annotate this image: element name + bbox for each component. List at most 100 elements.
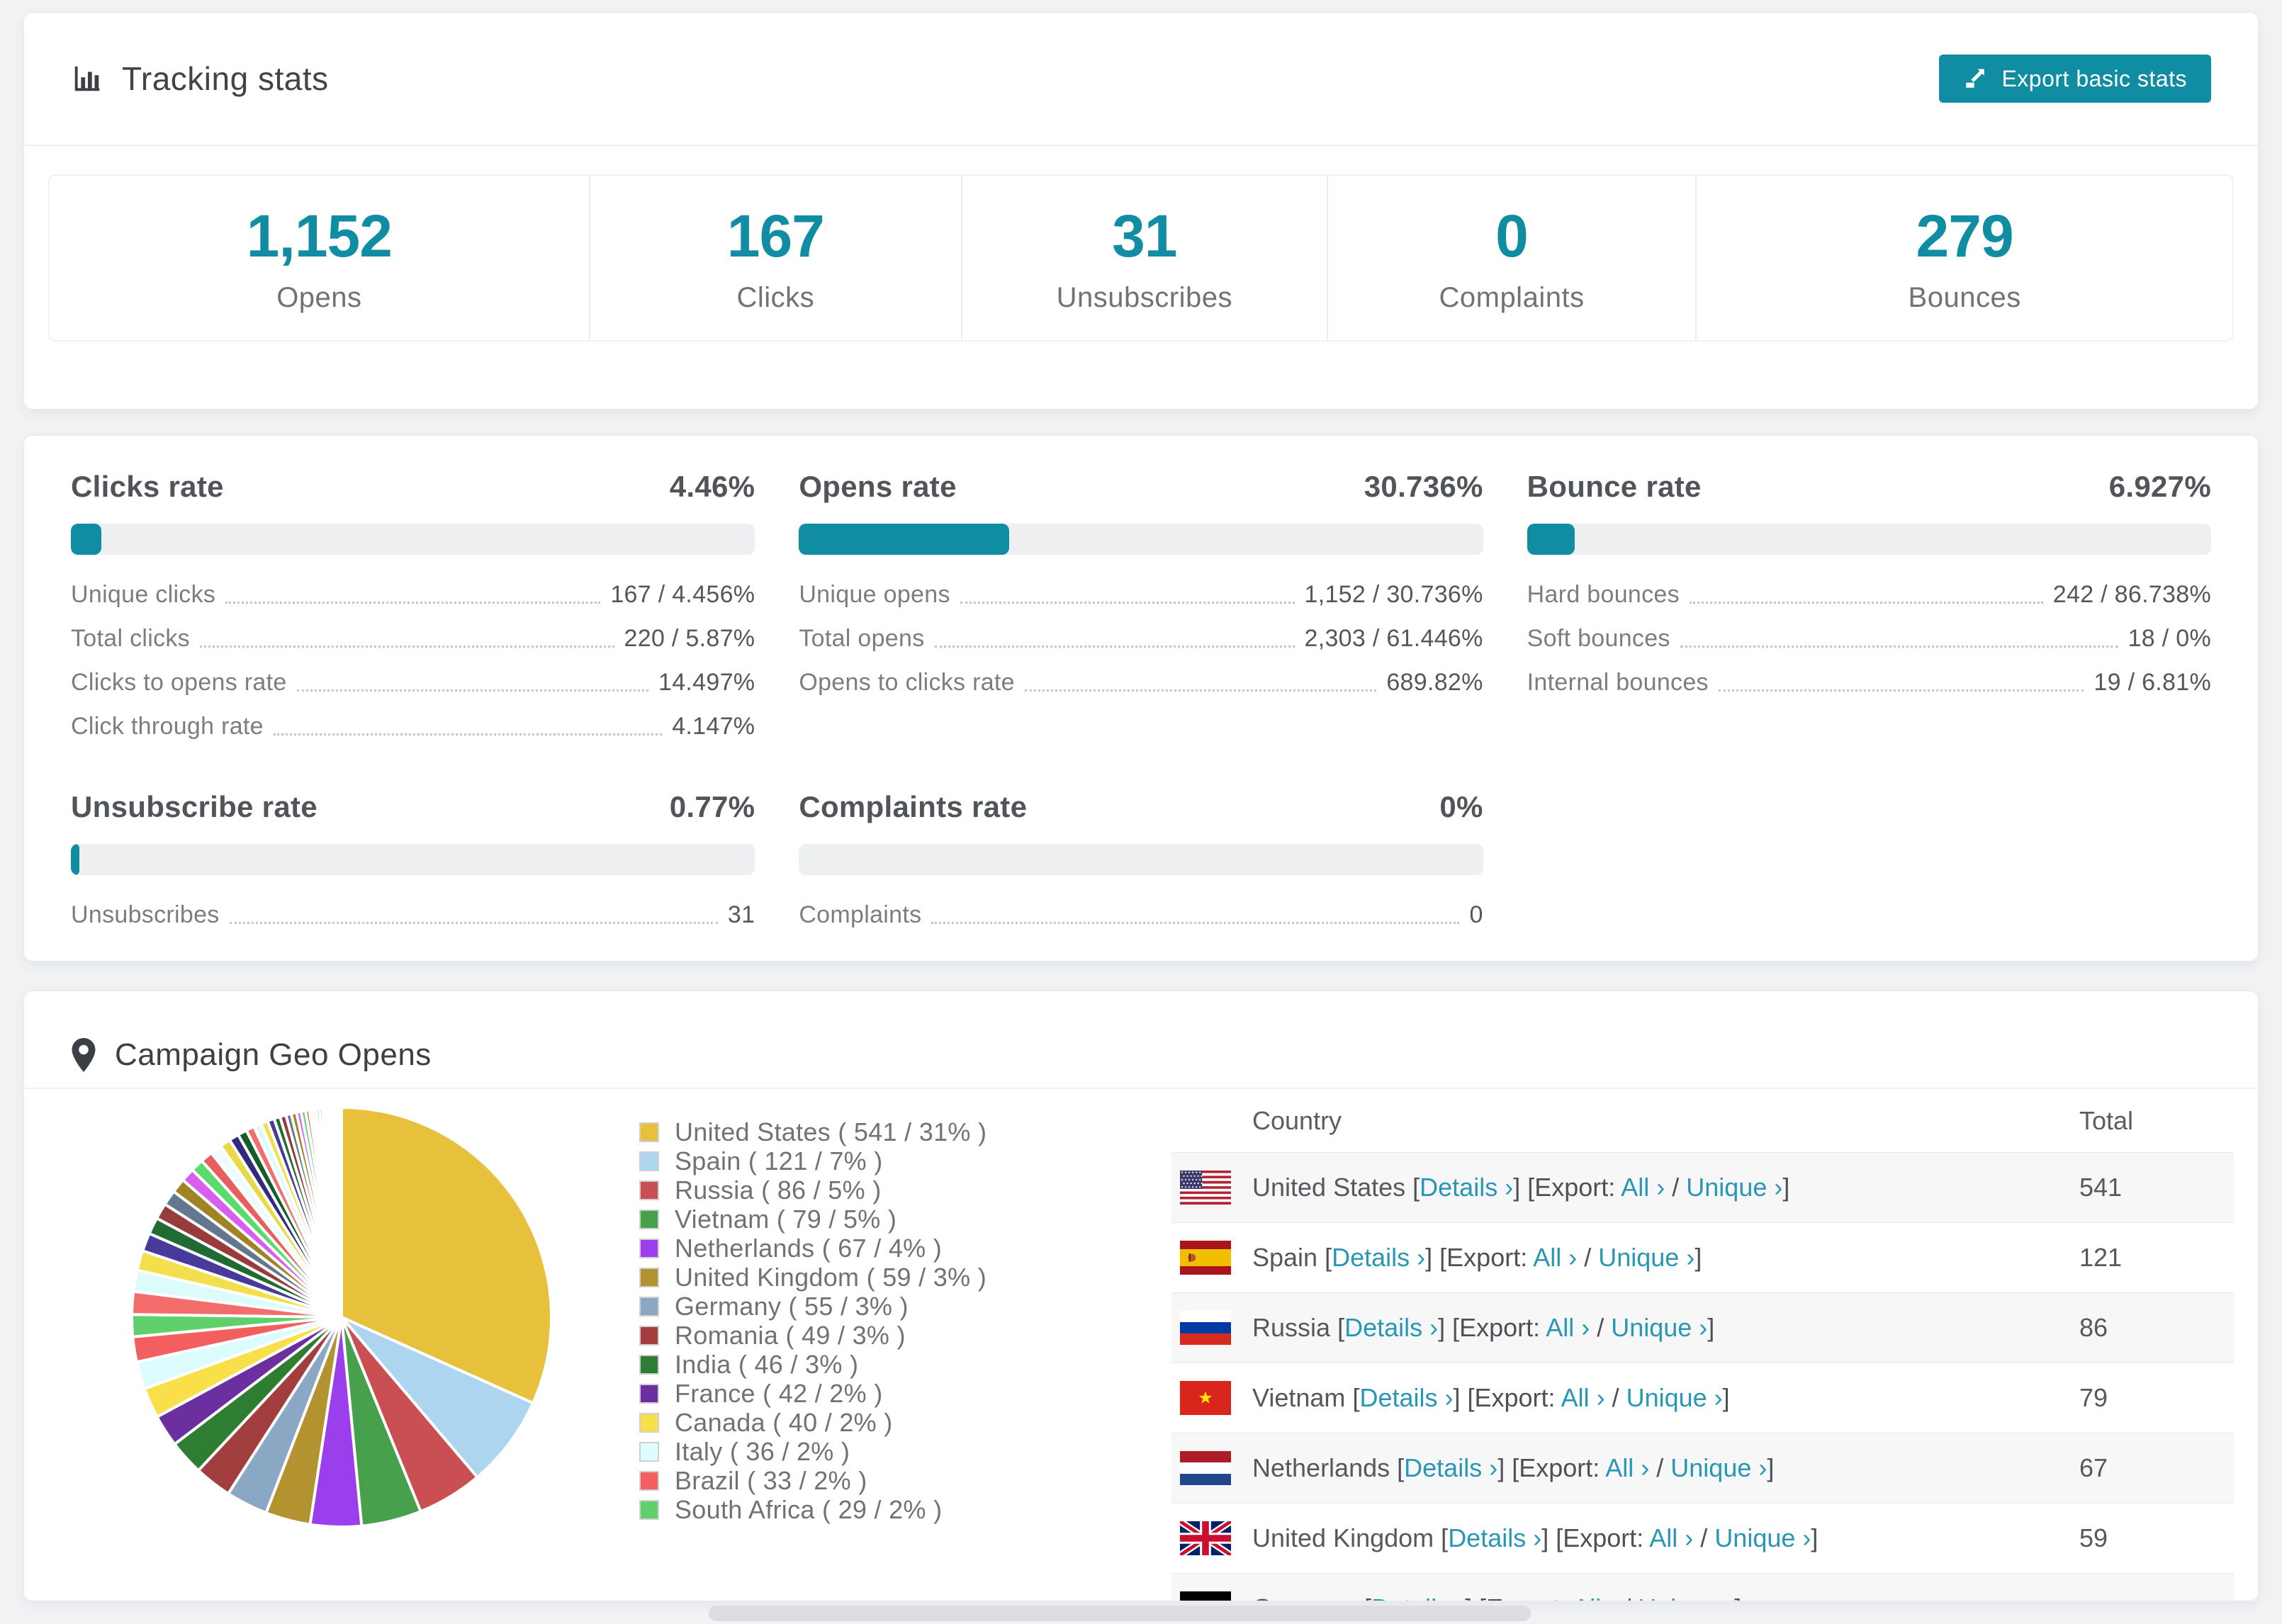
horizontal-scrollbar-thumb[interactable] bbox=[709, 1606, 1531, 1621]
details-link[interactable]: Details › bbox=[1359, 1383, 1453, 1412]
details-link[interactable]: Details › bbox=[1332, 1243, 1425, 1272]
country-name: United Kingdom bbox=[1252, 1523, 1434, 1552]
map-pin-icon bbox=[72, 1038, 96, 1072]
legend-label: India ( 46 / 3% ) bbox=[675, 1349, 859, 1379]
flag-us-icon bbox=[1180, 1171, 1231, 1205]
rate-detail-row: Internal bounces 19 / 6.81% bbox=[1527, 669, 2211, 697]
export-basic-stats-button[interactable]: Export basic stats bbox=[1939, 55, 2211, 103]
flag-vn-icon bbox=[1180, 1381, 1231, 1415]
flag-de-icon bbox=[1180, 1591, 1231, 1601]
flag-cell bbox=[1180, 1451, 1231, 1485]
detail-value: 4.147% bbox=[672, 713, 755, 740]
total-cell: 541 bbox=[2079, 1173, 2123, 1202]
export-label: Export: bbox=[1519, 1453, 1606, 1482]
country-cell: Russia [Details ›] [Export: All › / Uniq… bbox=[1252, 1313, 1715, 1342]
total-cell: 67 bbox=[2079, 1453, 2108, 1482]
detail-label: Soft bounces bbox=[1527, 625, 1670, 652]
rate-title: Opens rate bbox=[799, 470, 957, 503]
rates-card: Clicks rate 4.46% Unique clicks 167 / 4.… bbox=[23, 435, 2259, 962]
legend-label: South Africa ( 29 / 2% ) bbox=[675, 1494, 943, 1524]
total-cell: 86 bbox=[2079, 1313, 2108, 1342]
country-name: Russia bbox=[1252, 1313, 1331, 1342]
rate-detail-rows: Hard bounces 242 / 86.738% Soft bounces … bbox=[1527, 581, 2211, 697]
export-all-link[interactable]: All › bbox=[1546, 1313, 1590, 1342]
legend-swatch bbox=[639, 1267, 659, 1287]
geo-table-row: Spain [Details ›] [Export: All › / Uniqu… bbox=[1171, 1222, 2234, 1292]
export-label: Export: bbox=[1474, 1383, 1561, 1412]
legend-item: India ( 46 / 3% ) bbox=[639, 1350, 1135, 1379]
stat-cell-clicks: 167 Clicks bbox=[588, 176, 961, 340]
rate-detail-row: Opens to clicks rate 689.82% bbox=[799, 669, 1483, 697]
detail-value: 19 / 6.81% bbox=[2093, 669, 2211, 696]
rate-detail-row: Total clicks 220 / 5.87% bbox=[71, 625, 755, 653]
export-label: Export: bbox=[1446, 1243, 1534, 1272]
legend-label: United States ( 541 / 31% ) bbox=[675, 1117, 987, 1146]
rate-head: Bounce rate 6.927% bbox=[1527, 470, 2211, 504]
legend-item: United Kingdom ( 59 / 3% ) bbox=[639, 1263, 1135, 1292]
detail-label: Total clicks bbox=[71, 625, 190, 652]
details-link[interactable]: Details › bbox=[1344, 1313, 1438, 1342]
export-label: Export: bbox=[1534, 1173, 1621, 1202]
details-link[interactable]: Details › bbox=[1404, 1453, 1497, 1482]
export-unique-link[interactable]: Unique › bbox=[1670, 1453, 1767, 1482]
legend-label: Vietnam ( 79 / 5% ) bbox=[675, 1204, 897, 1234]
progress-bar bbox=[1527, 524, 2211, 555]
dotted-leader bbox=[1024, 689, 1377, 692]
dotted-leader bbox=[229, 922, 718, 924]
export-unique-link[interactable]: Unique › bbox=[1598, 1243, 1694, 1272]
rate-detail-rows: Complaints 0 bbox=[799, 901, 1483, 929]
geo-table-row: Germany [Details ›] [Export: All › / Uni… bbox=[1171, 1573, 2234, 1601]
stat-label: Clicks bbox=[736, 282, 815, 313]
page-title: Tracking stats bbox=[71, 60, 329, 98]
country-cell: United Kingdom [Details ›] [Export: All … bbox=[1252, 1523, 1819, 1552]
tracking-stats-card: Tracking stats Export basic stats 1,152 … bbox=[23, 12, 2259, 410]
stat-value: 279 bbox=[1916, 203, 2014, 269]
export-unique-link[interactable]: Unique › bbox=[1714, 1523, 1811, 1552]
stat-cell-opens: 1,152 Opens bbox=[50, 176, 589, 340]
legend-item: South Africa ( 29 / 2% ) bbox=[639, 1495, 1135, 1524]
rate-head: Complaints rate 0% bbox=[799, 790, 1483, 824]
details-link[interactable]: Details › bbox=[1448, 1523, 1541, 1552]
export-all-link[interactable]: All › bbox=[1561, 1383, 1605, 1412]
legend-item: Russia ( 86 / 5% ) bbox=[639, 1175, 1135, 1205]
export-button-label: Export basic stats bbox=[2001, 65, 2187, 91]
geo-table: Country Total United States [Details ›] … bbox=[1171, 1089, 2234, 1601]
rate-detail-row: Soft bounces 18 / 0% bbox=[1527, 625, 2211, 653]
geo-table-row: Netherlands [Details ›] [Export: All › /… bbox=[1171, 1433, 2234, 1503]
legend-swatch bbox=[639, 1151, 659, 1171]
flag-cell bbox=[1180, 1241, 1231, 1275]
export-all-link[interactable]: All › bbox=[1533, 1243, 1577, 1272]
rate-detail-row: Complaints 0 bbox=[799, 901, 1483, 929]
legend-swatch bbox=[639, 1209, 659, 1229]
stat-label: Complaints bbox=[1439, 282, 1585, 313]
export-all-link[interactable]: All › bbox=[1573, 1594, 1617, 1601]
details-link[interactable]: Details › bbox=[1371, 1594, 1465, 1601]
legend-label: Canada ( 40 / 2% ) bbox=[675, 1407, 893, 1437]
export-all-link[interactable]: All › bbox=[1649, 1523, 1693, 1552]
detail-value: 220 / 5.87% bbox=[624, 625, 755, 652]
geo-table-row: Russia [Details ›] [Export: All › / Uniq… bbox=[1171, 1292, 2234, 1363]
pie-slice bbox=[339, 1105, 343, 1318]
export-unique-link[interactable]: Unique › bbox=[1611, 1313, 1707, 1342]
export-unique-link[interactable]: Unique › bbox=[1638, 1594, 1734, 1601]
export-unique-link[interactable]: Unique › bbox=[1686, 1173, 1782, 1202]
export-all-link[interactable]: All › bbox=[1621, 1173, 1665, 1202]
legend-swatch bbox=[639, 1499, 659, 1520]
detail-value: 31 bbox=[727, 901, 755, 928]
detail-label: Opens to clicks rate bbox=[799, 669, 1015, 696]
geo-header: Campaign Geo Opens bbox=[24, 991, 2258, 1089]
detail-value: 1,152 / 30.736% bbox=[1304, 581, 1483, 608]
export-all-link[interactable]: All › bbox=[1605, 1453, 1649, 1482]
legend-item: France ( 42 / 2% ) bbox=[639, 1379, 1135, 1408]
export-unique-link[interactable]: Unique › bbox=[1626, 1383, 1723, 1412]
details-link[interactable]: Details › bbox=[1420, 1173, 1513, 1202]
detail-value: 14.497% bbox=[658, 669, 755, 696]
rate-head: Unsubscribe rate 0.77% bbox=[71, 790, 755, 824]
dotted-leader bbox=[296, 689, 648, 692]
rate-detail-row: Clicks to opens rate 14.497% bbox=[71, 669, 755, 697]
rate-detail-row: Total opens 2,303 / 61.446% bbox=[799, 625, 1483, 653]
detail-label: Unsubscribes bbox=[71, 901, 220, 928]
rate-head: Opens rate 30.736% bbox=[799, 470, 1483, 504]
stat-label: Bounces bbox=[1908, 282, 2021, 313]
legend-item: Germany ( 55 / 3% ) bbox=[639, 1292, 1135, 1321]
